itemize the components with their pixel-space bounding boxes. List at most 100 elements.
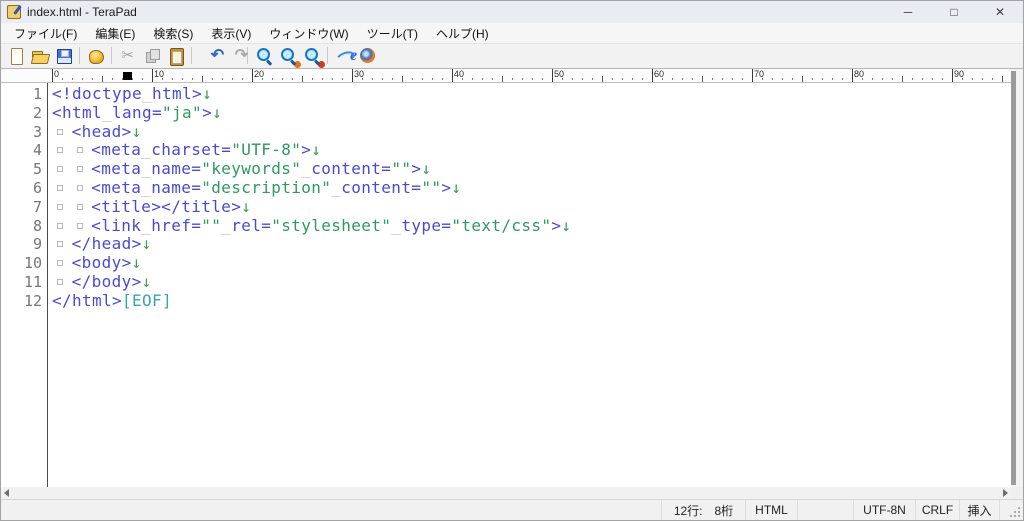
space-marker: _ (141, 159, 151, 178)
space-marker: _ (141, 178, 151, 197)
code-line: <title></title>↓ (52, 198, 1011, 217)
code-token: > (301, 140, 311, 159)
code-token: name= (151, 159, 201, 178)
menu-window[interactable]: ウィンドウ(W) (260, 22, 357, 45)
ruler-label: 30 (354, 69, 364, 79)
status-input-mode: 挿入 (959, 500, 999, 520)
code-token: name= (151, 178, 201, 197)
maximize-button[interactable]: □ (931, 1, 977, 23)
newline-marker: ↓ (132, 253, 142, 272)
toolbar-separator (79, 47, 80, 64)
menu-view[interactable]: 表示(V) (202, 22, 260, 45)
line-number: 8 (1, 217, 47, 236)
new-file-icon (6, 46, 26, 66)
code-token: href= (151, 216, 201, 235)
line-number-gutter: 123456789101112 (1, 83, 48, 487)
code-line: <meta_name="description"_content="">↓ (52, 179, 1011, 198)
scroll-left-arrow-icon[interactable] (4, 489, 9, 497)
copy-icon (142, 46, 162, 66)
newline-marker: ↓ (451, 178, 461, 197)
menu-bar: ファイル(F)編集(E)検索(S)表示(V)ウィンドウ(W)ツール(T)ヘルプ(… (1, 23, 1023, 44)
discard-button[interactable] (84, 45, 107, 66)
string-token: "" (391, 159, 411, 178)
newline-marker: ↓ (132, 122, 142, 141)
code-token: <!doctype (52, 84, 142, 103)
line-number: 12 (1, 292, 47, 311)
fullwidth-space-marker (52, 162, 72, 174)
paste-icon (166, 46, 186, 66)
open-in-ie-button[interactable] (332, 45, 355, 66)
fullwidth-space-marker (52, 143, 72, 155)
code-token: </body> (72, 272, 142, 291)
redo-icon (222, 46, 242, 66)
vertical-scrollbar[interactable] (1011, 69, 1023, 487)
fullwidth-space-marker (72, 200, 92, 212)
ruler-label: 60 (654, 69, 664, 79)
code-token: > (441, 178, 451, 197)
line-number: 3 (1, 123, 47, 142)
replace-button[interactable] (300, 45, 323, 66)
close-button[interactable]: ✕ (977, 1, 1023, 23)
newline-marker: ↓ (311, 140, 321, 159)
code-token: </head> (72, 234, 142, 253)
menu-tool[interactable]: ツール(T) (358, 22, 427, 45)
search-button[interactable] (252, 45, 275, 66)
menu-search[interactable]: 検索(S) (144, 22, 202, 45)
search-next-button[interactable] (276, 45, 299, 66)
code-token: <meta (91, 178, 141, 197)
fullwidth-space-marker (72, 162, 92, 174)
line-number: 4 (1, 141, 47, 160)
string-token: "keywords" (201, 159, 301, 178)
open-folder-icon (30, 46, 50, 66)
text-editor-area[interactable]: 123456789101112 <!doctype_html>↓<html_la… (1, 83, 1011, 487)
status-doc-type: HTML (745, 500, 797, 520)
redo-button[interactable] (220, 45, 243, 66)
scroll-right-arrow-icon[interactable] (1003, 489, 1008, 497)
status-cursor-position: 12行: 8桁 (661, 500, 745, 520)
line-number: 10 (1, 254, 47, 273)
paste-button[interactable] (164, 45, 187, 66)
open-file-button[interactable] (28, 45, 51, 66)
save-file-button[interactable] (52, 45, 75, 66)
undo-icon (198, 46, 218, 66)
line-number: 7 (1, 198, 47, 217)
code-line: </body>↓ (52, 273, 1011, 292)
menu-edit[interactable]: 編集(E) (86, 22, 144, 45)
code-token: lang= (112, 103, 162, 122)
minimize-button[interactable]: ─ (885, 1, 931, 23)
new-file-button[interactable] (4, 45, 27, 66)
newline-marker: ↓ (202, 84, 212, 103)
newline-marker: ↓ (241, 197, 251, 216)
title-bar[interactable]: index.html - TeraPad ─ □ ✕ (1, 1, 1023, 23)
line-number: 11 (1, 273, 47, 292)
firefox-icon (358, 46, 378, 66)
code-token: <title></title> (91, 197, 241, 216)
fullwidth-space-marker (52, 181, 72, 193)
fullwidth-space-marker (52, 200, 72, 212)
undo-button[interactable] (196, 45, 219, 66)
menu-file[interactable]: ファイル(F) (5, 22, 86, 45)
code-token: content= (311, 159, 391, 178)
fullwidth-space-marker (72, 143, 92, 155)
ruler-label: 50 (554, 69, 564, 79)
newline-marker: ↓ (142, 234, 152, 253)
copy-button[interactable] (140, 45, 163, 66)
open-in-firefox-button[interactable] (356, 45, 379, 66)
cut-icon (118, 46, 138, 66)
ruler-label: 10 (154, 69, 164, 79)
code-line: </html>[EOF] (52, 292, 1011, 311)
ruler-label: 0 (54, 69, 59, 79)
fullwidth-space-marker (52, 237, 72, 249)
vertical-scrollbar-thumb[interactable] (1011, 71, 1016, 485)
scrollbar-corner (1011, 487, 1023, 499)
cut-button[interactable] (116, 45, 139, 66)
terapad-app-icon (7, 5, 21, 19)
code-area[interactable]: <!doctype_html>↓<html_lang="ja">↓<head>↓… (48, 83, 1011, 487)
menu-help[interactable]: ヘルプ(H) (427, 22, 498, 45)
search-icon (254, 46, 274, 66)
line-number: 5 (1, 160, 47, 179)
horizontal-scrollbar[interactable] (1, 487, 1011, 499)
resize-grip[interactable] (1018, 515, 1020, 517)
code-line: <head>↓ (52, 123, 1011, 142)
ruler-label: 20 (254, 69, 264, 79)
